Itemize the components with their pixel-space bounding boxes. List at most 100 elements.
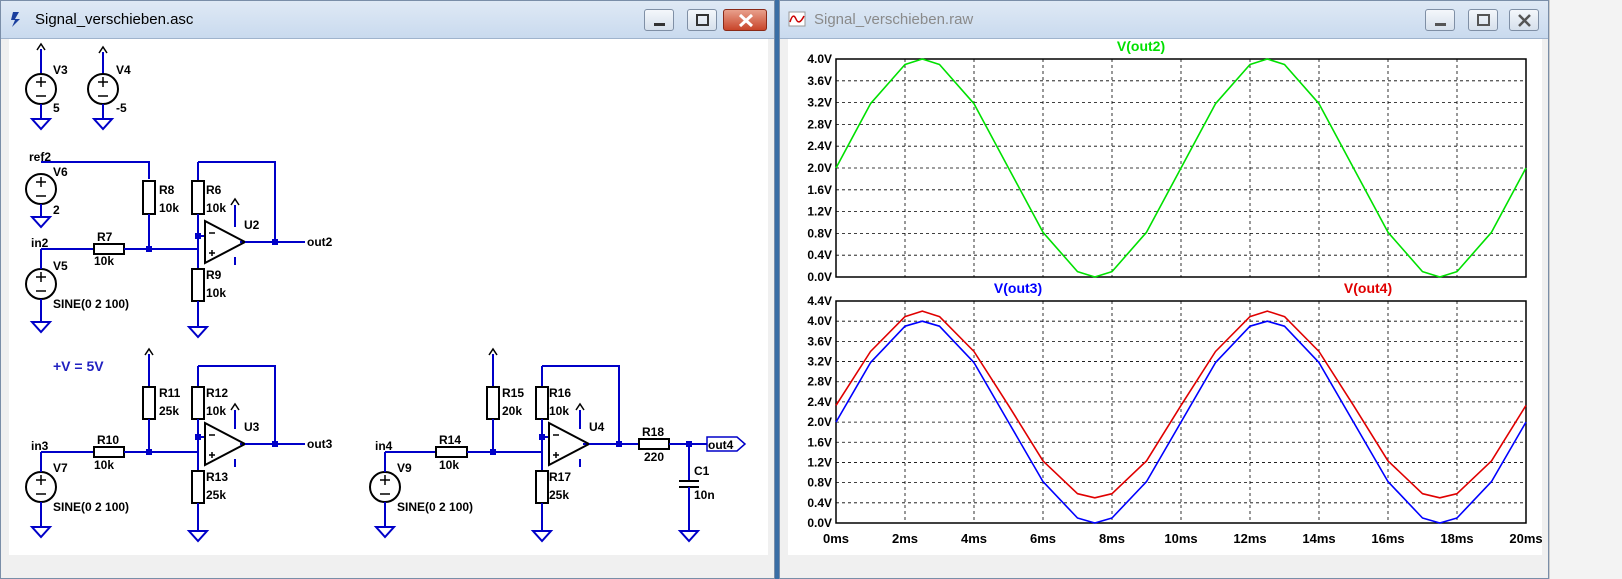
schematic-canvas[interactable]: V3 5 V4 -5 ref2 V6 2 R8 10k in2 R7 10k V5 SINE(0 2 10… [9,39,768,555]
label-r9: R9 [206,268,222,282]
minimize-icon [1435,23,1446,26]
label-v4: V4 [116,63,131,77]
y-tick-label: 0.0V [807,270,832,284]
junction-dot [272,441,278,447]
polarity-marks [98,77,108,97]
junction-dot [195,233,201,239]
label-r7val: 10k [94,254,114,268]
maximize-icon [696,14,709,26]
close-button[interactable] [1509,9,1539,31]
resistor [142,180,156,215]
minimize-button[interactable] [644,9,674,31]
y-tick-label: 0.4V [807,496,832,510]
schematic-drawing: V35V4-5ref2V62R810kin2 R710kV5SINE(0 2 10… [25,42,747,543]
y-tick-label: 2.0V [807,161,832,175]
label-r18: R18 [642,425,664,439]
opamp-pins [209,232,215,256]
waveform-plot-area[interactable]: 0.0V 0.4V 0.8V 1.2V 1.6V 2.0V 2.4V 2.8V 3.2V 3.6V… [788,38,1543,555]
supply-flag [230,402,240,411]
y-tick-label: 4.4V [807,294,832,308]
resistor [93,243,125,255]
opamp [204,421,248,467]
polarity-marks [36,272,46,292]
label-v5: V5 [53,259,68,273]
label-r12: R12 [206,386,228,400]
label-v7val: SINE(0 2 100) [53,500,129,514]
maximize-button[interactable] [687,9,717,31]
ground-symbol [186,530,210,543]
y-tick-label: 2.4V [807,139,832,153]
y-tick-label: 1.2V [807,455,832,469]
label-directive: +V = 5V [53,358,104,374]
label-v3: V3 [53,63,68,77]
label-out2: out2 [307,235,333,249]
waveform-plots: 0.0V 0.4V 0.8V 1.2V 1.6V 2.0V 2.4V 2.8V 3.2V 3.6V… [807,38,1542,546]
resistor [191,268,205,302]
label-in3: in3 [31,439,49,453]
ground-symbol [29,216,53,229]
label-r12val: 10k [206,404,226,418]
supply-flag [230,197,240,206]
waveform-titlebar[interactable]: Signal_verschieben.raw [780,1,1548,39]
label-v5val: SINE(0 2 100) [53,297,129,311]
label-r10: R10 [97,433,119,447]
label-r11val: 25k [159,404,179,418]
label-r17val: 25k [549,488,569,502]
resistor [638,438,670,450]
maximize-button[interactable] [1468,9,1498,31]
x-tick-label: 20ms [1509,531,1542,546]
supply-flag [575,402,585,411]
junction-dot [539,434,545,440]
resistor [535,386,549,420]
junction-dot [616,441,622,447]
resistor [191,386,205,420]
junction-dot [195,434,201,440]
resistor [535,470,549,504]
y-tick-label: 3.2V [807,96,832,110]
label-out4: out4 [708,438,734,452]
minimize-icon [654,23,665,26]
y-tick-label: 0.0V [807,516,832,530]
label-c1: C1 [694,464,710,478]
ground-symbol [29,118,53,131]
ground-symbol [29,321,53,334]
ground-symbol [373,526,397,539]
label-u2: U2 [244,218,260,232]
y-tick-label: 3.2V [807,355,832,369]
x-tick-label: 0ms [823,531,849,546]
capacitor [679,480,699,488]
close-button[interactable] [723,9,767,31]
y-tick-label: 0.8V [807,476,832,490]
label-out3: out3 [307,437,333,451]
label-in4: in4 [375,439,393,453]
schematic-window[interactable]: Signal_verschieben.asc V3 5 V4 -5 ref2 V6 2 R8 1… [0,0,775,579]
label-u4: U4 [589,420,605,434]
y-tick-label: 3.6V [807,74,832,88]
resistor [191,470,205,504]
label-r16val: 10k [549,404,569,418]
waveform-window[interactable]: Signal_verschieben.raw 0.0V 0.4V 0.8V 1.2V 1… [779,0,1549,579]
x-tick-label: 6ms [1030,531,1056,546]
x-tick-label: 4ms [961,531,987,546]
junction-dot [490,449,496,455]
label-r13: R13 [206,470,228,484]
opamp-pins [209,434,215,458]
schematic-titlebar[interactable]: Signal_verschieben.asc [1,1,774,39]
label-v6val: 2 [53,203,60,217]
x-tick-label: 10ms [1164,531,1197,546]
label-r11: R11 [159,386,181,400]
label-u3: U3 [244,420,260,434]
x-tick-label: 2ms [892,531,918,546]
waveform-title: Signal_verschieben.raw [814,11,974,28]
minimize-button[interactable] [1425,9,1455,31]
x-tick-label: 8ms [1099,531,1125,546]
y-tick-label: 4.0V [807,52,832,66]
ltspice-app-icon [11,12,20,27]
label-r15val: 20k [502,404,522,418]
junction-dot [146,449,152,455]
y-tick-label: 2.4V [807,395,832,409]
schematic-title: Signal_verschieben.asc [35,11,194,28]
label-r18val: 220 [644,450,664,464]
legend-out3: V(out3) [994,280,1042,296]
polarity-marks [36,77,46,97]
